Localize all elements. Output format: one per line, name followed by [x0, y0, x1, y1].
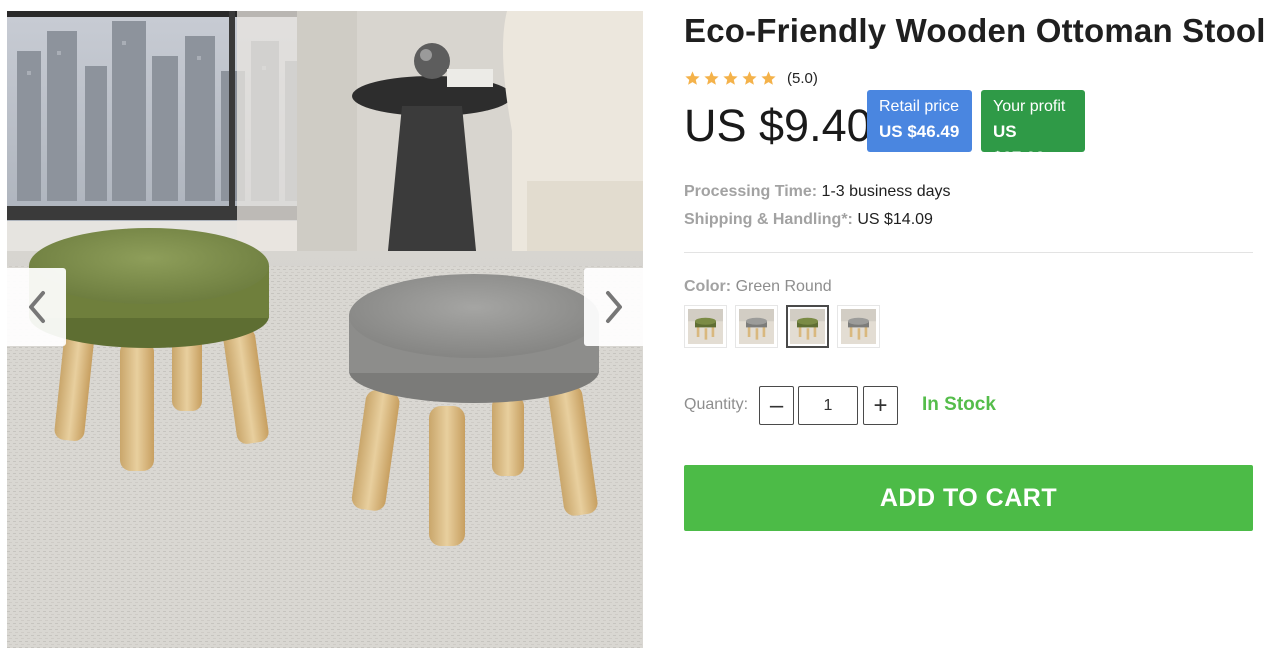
star-icon: [704, 71, 719, 85]
product-price: US $9.40: [684, 100, 872, 151]
gallery-next-button[interactable]: [584, 268, 643, 346]
profit-value: US $37.09: [993, 122, 1045, 167]
swatch-thumbnail: [739, 309, 774, 344]
quantity-decrease-button[interactable]: –: [759, 386, 794, 425]
quantity-label: Quantity:: [684, 396, 749, 413]
product-image-gallery: [7, 11, 643, 648]
shipping-value: US $14.09: [857, 211, 933, 228]
processing-time-value: 1-3 business days: [821, 183, 951, 200]
color-swatch[interactable]: [837, 305, 880, 348]
processing-time: Processing Time: 1-3 business days: [684, 183, 951, 201]
chevron-right-icon: [605, 291, 622, 323]
swatch-thumbnail: [841, 309, 876, 344]
retail-price-badge: Retail price US $46.49: [867, 90, 972, 152]
retail-price-label: Retail price: [879, 98, 960, 115]
star-icon: [742, 71, 757, 85]
profit-badge: Your profit US $37.09: [981, 90, 1085, 167]
profit-label: Your profit: [993, 98, 1066, 115]
color-selector-label: Color: Green Round: [684, 278, 832, 296]
stock-status: In Stock: [922, 394, 996, 415]
quantity-increase-button[interactable]: +: [863, 386, 898, 425]
color-swatch[interactable]: [735, 305, 778, 348]
color-swatch[interactable]: [786, 305, 829, 348]
shipping-handling: Shipping & Handling*: US $14.09: [684, 211, 933, 229]
product-photo: [7, 11, 643, 648]
rating-value: (5.0): [787, 70, 818, 87]
star-icon: [723, 71, 738, 85]
color-swatch[interactable]: [684, 305, 727, 348]
quantity-input[interactable]: [798, 386, 858, 425]
divider: [684, 252, 1253, 253]
star-icon: [761, 71, 776, 85]
color-selected-value: Green Round: [735, 278, 832, 295]
color-swatches: [684, 305, 880, 348]
product-title: Eco-Friendly Wooden Ottoman Stool: [684, 12, 1266, 49]
star-icon: [685, 71, 700, 85]
swatch-thumbnail: [688, 309, 723, 344]
add-to-cart-button[interactable]: ADD TO CART: [684, 465, 1253, 531]
retail-price-value: US $46.49: [879, 122, 960, 141]
processing-time-label: Processing Time:: [684, 183, 818, 200]
swatch-thumbnail: [790, 309, 825, 344]
chevron-left-icon: [28, 291, 45, 323]
shipping-label: Shipping & Handling*:: [684, 211, 853, 228]
color-label: Color:: [684, 278, 732, 295]
product-rating: (5.0): [684, 70, 818, 87]
gallery-prev-button[interactable]: [7, 268, 66, 346]
rating-stars: [684, 70, 777, 87]
